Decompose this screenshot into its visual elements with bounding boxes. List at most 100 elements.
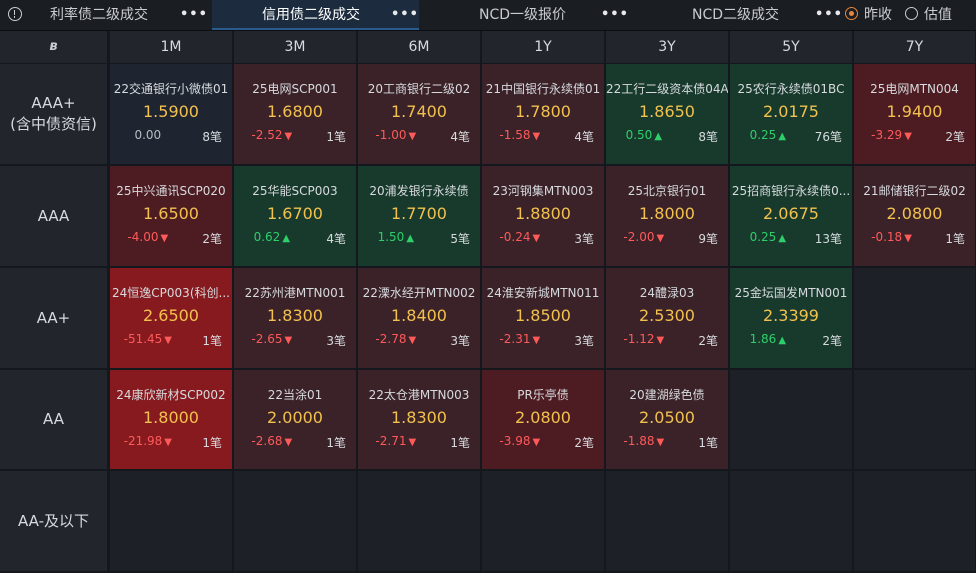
change-value: -1.12: [623, 332, 655, 346]
bond-cell[interactable]: 22太仓港MTN003 1.8300 -2.71 ▼ 1笔: [358, 370, 480, 469]
bond-cell[interactable]: 23河钢集MTN003 1.8800 -0.24 ▼ 3笔: [482, 166, 604, 266]
tenor-header: 1Y: [482, 31, 604, 63]
bond-cell[interactable]: 21中国银行永续债01 1.7800 -1.58 ▼ 4笔: [482, 64, 604, 164]
arrow-up-icon: ▲: [778, 131, 787, 142]
bond-yield: 1.8650: [639, 102, 695, 121]
bond-name: 25农行永续债01BC: [737, 82, 845, 96]
bond-cell[interactable]: 25电网SCP001 1.6800 -2.52 ▼ 1笔: [234, 64, 356, 164]
bond-cell[interactable]: 25华能SCP003 1.6700 0.62 ▲ 4笔: [234, 166, 356, 266]
arrow-down-icon: ▼: [532, 233, 541, 244]
bond-change: -1.12 ▼: [606, 332, 682, 346]
more-icon[interactable]: •••: [180, 0, 208, 30]
info-icon[interactable]: [8, 7, 22, 21]
arrow-down-icon: ▼: [532, 335, 541, 346]
trade-count: 76笔: [814, 130, 842, 144]
trade-count: 1笔: [202, 436, 222, 450]
bond-name: 22工行二级资本债04A: [606, 82, 728, 96]
bond-yield: 2.0675: [763, 204, 819, 223]
arrow-down-icon: ▼: [656, 335, 665, 346]
bond-yield: 1.6800: [267, 102, 323, 121]
tab-rate-bond-secondary[interactable]: 利率债二级成交 •••: [34, 0, 210, 30]
bond-cell[interactable]: 25招商银行永续债0... 2.0675 0.25 ▲ 13笔: [730, 166, 852, 266]
trade-count: 3笔: [450, 334, 470, 348]
trade-count: 9笔: [698, 232, 718, 246]
change-value: -2.71: [375, 434, 407, 448]
change-value: -1.88: [623, 434, 655, 448]
bond-change: -3.29 ▼: [854, 128, 929, 142]
trade-count: 1笔: [326, 130, 346, 144]
bond-cell[interactable]: 20工商银行二级02 1.7400 -1.00 ▼ 4笔: [358, 64, 480, 164]
bond-cell[interactable]: 22交通银行小微债01 1.5900 0.00 8笔: [110, 64, 232, 164]
change-value: 0.25: [749, 128, 777, 142]
empty-cell: [234, 471, 356, 571]
bond-name: 22苏州港MTN001: [244, 286, 346, 300]
bond-cell[interactable]: 22当涂01 2.0000 -2.68 ▼ 1笔: [234, 370, 356, 469]
trade-count: 1笔: [326, 436, 346, 450]
bond-change: -1.58 ▼: [482, 128, 558, 142]
more-icon[interactable]: •••: [815, 0, 843, 30]
trade-count: 4笔: [450, 130, 470, 144]
bond-name: 25华能SCP003: [252, 184, 338, 198]
bond-name: 24醴渌03: [639, 286, 695, 300]
bond-cell[interactable]: PR乐亭债 2.0800 -3.98 ▼ 2笔: [482, 370, 604, 469]
change-value: -2.78: [375, 332, 407, 346]
bond-name: 25电网MTN004: [870, 82, 959, 96]
bond-yield: 2.0175: [763, 102, 819, 121]
change-value: -51.45: [123, 332, 163, 346]
bond-change: -4.00 ▼: [110, 230, 186, 244]
bond-change: -3.98 ▼: [482, 434, 558, 448]
bond-name: 25招商银行永续债0...: [731, 184, 851, 198]
bond-cell[interactable]: 25金坛国发MTN001 2.3399 1.86 ▲ 2笔: [730, 268, 852, 368]
change-value: -2.31: [499, 332, 531, 346]
arrow-down-icon: ▼: [408, 437, 417, 448]
tenor-header: 3Y: [606, 31, 728, 63]
arrow-down-icon: ▼: [532, 437, 541, 448]
bond-change: -1.00 ▼: [358, 128, 434, 142]
arrow-down-icon: ▼: [284, 131, 293, 142]
trade-count: 8笔: [202, 130, 222, 144]
bond-cell[interactable]: 24醴渌03 2.5300 -1.12 ▼ 2笔: [606, 268, 728, 368]
bond-yield: 1.5900: [143, 102, 199, 121]
bond-cell[interactable]: 24康欣新材SCP002 1.8000 -21.98 ▼ 1笔: [110, 370, 232, 469]
empty-cell: [606, 471, 728, 571]
radio-valuation-icon[interactable]: [905, 7, 918, 20]
change-value: -4.00: [127, 230, 159, 244]
bond-name: 22当涂01: [267, 388, 323, 402]
bond-cell[interactable]: 20浦发银行永续债 1.7700 1.50 ▲ 5笔: [358, 166, 480, 266]
rating-row-header: AAA+ (含中债资信): [0, 64, 107, 164]
tab-ncd-primary-quote[interactable]: NCD一级报价 •••: [421, 0, 631, 30]
radio-prev-close-icon[interactable]: [845, 7, 858, 20]
bond-yield: 1.6500: [143, 204, 199, 223]
bond-cell[interactable]: 22工行二级资本债04A 1.8650 0.50 ▲ 8笔: [606, 64, 728, 164]
tab-ncd-secondary[interactable]: NCD二级成交 •••: [633, 0, 842, 30]
bond-cell[interactable]: 24淮安新城MTN011 1.8500 -2.31 ▼ 3笔: [482, 268, 604, 368]
bond-cell[interactable]: 25农行永续债01BC 2.0175 0.25 ▲ 76笔: [730, 64, 852, 164]
bond-name: 22溧水经开MTN002: [362, 286, 476, 300]
arrow-down-icon: ▼: [164, 335, 172, 346]
bond-cell[interactable]: 21邮储银行二级02 2.0800 -0.18 ▼ 1笔: [854, 166, 975, 266]
bond-yield: 1.9400: [886, 102, 943, 121]
change-value: 0.00: [134, 128, 162, 142]
tab-credit-bond-secondary[interactable]: 信用债二级成交 •••: [212, 0, 419, 30]
bond-cell[interactable]: 25中兴通讯SCP020 1.6500 -4.00 ▼ 2笔: [110, 166, 232, 266]
trade-count: 2笔: [945, 130, 965, 144]
trade-count: 2笔: [574, 436, 594, 450]
bond-yield: 1.7700: [391, 204, 447, 223]
bond-cell[interactable]: 25电网MTN004 1.9400 -3.29 ▼ 2笔: [854, 64, 975, 164]
bond-cell[interactable]: 20建湖绿色债 2.0500 -1.88 ▼ 1笔: [606, 370, 728, 469]
bond-name: PR乐亭债: [517, 388, 569, 402]
more-icon[interactable]: •••: [391, 0, 419, 30]
bond-cell[interactable]: 25北京银行01 1.8000 -2.00 ▼ 9笔: [606, 166, 728, 266]
rating-row-header: AA: [0, 370, 107, 469]
bond-cell[interactable]: 24恒逸CP003(科创... 2.6500 -51.45 ▼ 1笔: [110, 268, 232, 368]
trade-count: 2笔: [698, 334, 718, 348]
trade-count: 1笔: [698, 436, 718, 450]
change-value: -0.18: [871, 230, 903, 244]
arrow-down-icon: ▼: [656, 233, 665, 244]
bond-name: 21邮储银行二级02: [863, 184, 966, 198]
bond-cell[interactable]: 22苏州港MTN001 1.8300 -2.65 ▼ 3笔: [234, 268, 356, 368]
radio-prev-close-label[interactable]: 昨收: [864, 0, 892, 30]
radio-valuation-label[interactable]: 估值: [924, 0, 952, 30]
bond-cell[interactable]: 22溧水经开MTN002 1.8400 -2.78 ▼ 3笔: [358, 268, 480, 368]
more-icon[interactable]: •••: [601, 0, 629, 30]
